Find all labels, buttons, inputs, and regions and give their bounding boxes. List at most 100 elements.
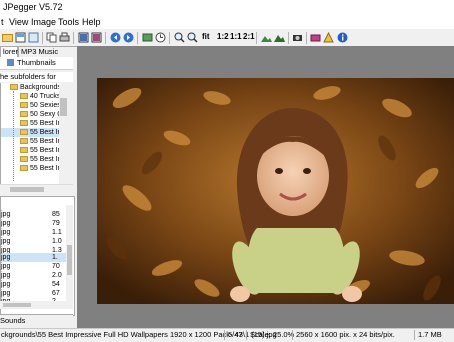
toolbar: fit 1:2 1:1 2:1 bbox=[0, 29, 454, 47]
folder-tree: Backgrounds 40 Trucks 50 Sexiest 50 Sexy… bbox=[0, 83, 60, 184]
folder-icon bbox=[20, 111, 28, 117]
zoom-actual-button[interactable]: 1:1 bbox=[230, 32, 242, 41]
scrollbar-thumb[interactable] bbox=[3, 303, 31, 307]
tab-explorer[interactable]: lorer bbox=[0, 46, 18, 57]
file-list-scrollbar[interactable] bbox=[66, 205, 73, 305]
status-index: 5/47 bbox=[228, 330, 243, 339]
thumbnail-icon[interactable] bbox=[78, 32, 89, 43]
menu-view[interactable]: View bbox=[9, 17, 28, 27]
folder-tree-scrollbar[interactable] bbox=[59, 84, 68, 184]
tree-item-selected[interactable]: 55 Best Im bbox=[1, 128, 60, 137]
file-list: jpg 85 jpg 79 jpg 1.1 jpg 1.0 jpg 1.3 jpg 1. j… bbox=[0, 196, 75, 316]
list-item[interactable]: jpg 1.1 bbox=[1, 228, 67, 237]
camera-icon[interactable] bbox=[292, 32, 303, 43]
landscape-alt-icon[interactable] bbox=[274, 32, 285, 43]
tree-guide-line bbox=[13, 91, 14, 181]
title-bar: JPegger V5.72 bbox=[0, 0, 454, 16]
tree-root[interactable]: Backgrounds bbox=[1, 83, 60, 92]
menu-file[interactable]: t bbox=[1, 17, 4, 27]
tree-item-label: 50 Sexiest bbox=[30, 102, 60, 109]
tree-item[interactable]: 55 Best Im bbox=[1, 119, 60, 128]
scrollbar-thumb[interactable] bbox=[67, 245, 72, 275]
list-item[interactable]: jpg 1.0 bbox=[1, 237, 67, 246]
tree-item[interactable]: 50 Sexy Cl bbox=[1, 110, 60, 119]
folder-icon bbox=[20, 102, 28, 108]
status-scale: Scale: 25.0% bbox=[250, 330, 295, 339]
zoom-double-button[interactable]: 2:1 bbox=[243, 32, 255, 41]
list-item[interactable]: jpg 85 bbox=[1, 210, 67, 219]
list-item[interactable]: jpg 70 bbox=[1, 262, 67, 271]
folder-icon[interactable] bbox=[2, 32, 13, 43]
tree-item-label: 50 Sexy Cl bbox=[30, 111, 60, 118]
status-separator bbox=[246, 330, 247, 340]
list-item[interactable]: jpg 2.0 bbox=[1, 271, 67, 280]
prev-icon[interactable] bbox=[110, 32, 121, 43]
tree-item[interactable]: 40 Trucks bbox=[1, 92, 60, 101]
thumbnails-tab-bar: Thumbnails bbox=[0, 57, 73, 70]
scrollbar-thumb[interactable] bbox=[60, 98, 67, 116]
menu-tools[interactable]: Tools bbox=[58, 17, 79, 27]
tree-item[interactable]: 55 Best Im bbox=[1, 137, 60, 146]
folder-tree-header: he subfolders for images bbox=[0, 72, 73, 91]
tree-item-label: 55 Best Im bbox=[30, 156, 60, 163]
toolbar-separator bbox=[306, 32, 307, 44]
fullscreen-icon[interactable] bbox=[91, 32, 102, 43]
folder-icon bbox=[20, 93, 28, 99]
status-dimensions: 2560 x 1600 pix. x 24 bits/pix. bbox=[296, 330, 395, 339]
print-icon[interactable] bbox=[59, 32, 70, 43]
tab-sounds[interactable]: Sounds bbox=[0, 314, 73, 326]
slideshow-icon[interactable] bbox=[142, 32, 153, 43]
folder-tree-hscrollbar[interactable] bbox=[0, 184, 73, 194]
menu-image[interactable]: Image bbox=[31, 17, 56, 27]
toolbar-separator bbox=[256, 32, 257, 44]
zoom-half-button[interactable]: 1:2 bbox=[217, 32, 229, 41]
list-item[interactable]: jpg 54 bbox=[1, 280, 67, 289]
sharpen-icon[interactable] bbox=[323, 32, 334, 43]
thumbnails-icon bbox=[7, 59, 14, 66]
folder-icon bbox=[20, 138, 28, 144]
tree-item[interactable]: 50 Sexiest bbox=[1, 101, 60, 110]
status-filesize: 1.7 MB bbox=[418, 330, 442, 339]
folder-icon bbox=[20, 129, 28, 135]
menu-bar: t View Image Tools Help bbox=[0, 16, 454, 29]
status-bar: ckgrounds\55 Best Impressive Full HD Wal… bbox=[0, 328, 454, 342]
file-list-hscrollbar[interactable] bbox=[0, 301, 73, 309]
tree-item-label: 55 Best Im bbox=[30, 147, 60, 154]
tree-item[interactable]: 55 Best Im bbox=[1, 164, 60, 173]
toolbar-separator bbox=[288, 32, 289, 44]
refresh-icon[interactable] bbox=[28, 32, 39, 43]
folder-icon bbox=[10, 84, 18, 90]
timer-icon[interactable] bbox=[155, 32, 166, 43]
zoom-out-icon[interactable] bbox=[187, 32, 198, 43]
list-item[interactable] bbox=[1, 197, 67, 206]
landscape-icon[interactable] bbox=[261, 32, 272, 43]
tree-item[interactable]: 55 Best Im bbox=[1, 146, 60, 155]
status-separator bbox=[414, 330, 415, 340]
tree-item-label: 55 Best Im bbox=[30, 129, 60, 136]
tree-item[interactable]: 55 Best Im bbox=[1, 155, 60, 164]
toolbar-separator bbox=[105, 32, 106, 44]
list-item-selected[interactable]: jpg 1. bbox=[1, 253, 67, 262]
menu-help[interactable]: Help bbox=[82, 17, 101, 27]
effects-icon[interactable] bbox=[310, 32, 321, 43]
tree-item-label: 55 Best Im bbox=[30, 165, 60, 172]
tree-item-label: 55 Best Im bbox=[30, 120, 60, 127]
folder-icon bbox=[20, 156, 28, 162]
zoom-fit-button[interactable]: fit bbox=[202, 32, 210, 41]
folder-icon bbox=[20, 165, 28, 171]
copy-icon[interactable] bbox=[46, 32, 57, 43]
tree-item-label: 40 Trucks bbox=[30, 93, 60, 100]
open-icon[interactable] bbox=[15, 32, 26, 43]
info-icon[interactable] bbox=[337, 32, 348, 43]
zoom-in-icon[interactable] bbox=[174, 32, 185, 43]
status-separator bbox=[224, 330, 225, 340]
tab-music-explorer[interactable]: MP3 Music Explorer bbox=[18, 46, 80, 66]
next-icon[interactable] bbox=[123, 32, 134, 43]
toolbar-separator bbox=[137, 32, 138, 44]
scrollbar-thumb[interactable] bbox=[10, 187, 44, 192]
image-content bbox=[97, 78, 454, 304]
toolbar-separator bbox=[42, 32, 43, 44]
tab-thumbnails[interactable]: Thumbnails bbox=[17, 58, 56, 67]
list-item[interactable]: jpg 79 bbox=[1, 219, 67, 228]
tree-item-label: 55 Best Im bbox=[30, 138, 60, 145]
